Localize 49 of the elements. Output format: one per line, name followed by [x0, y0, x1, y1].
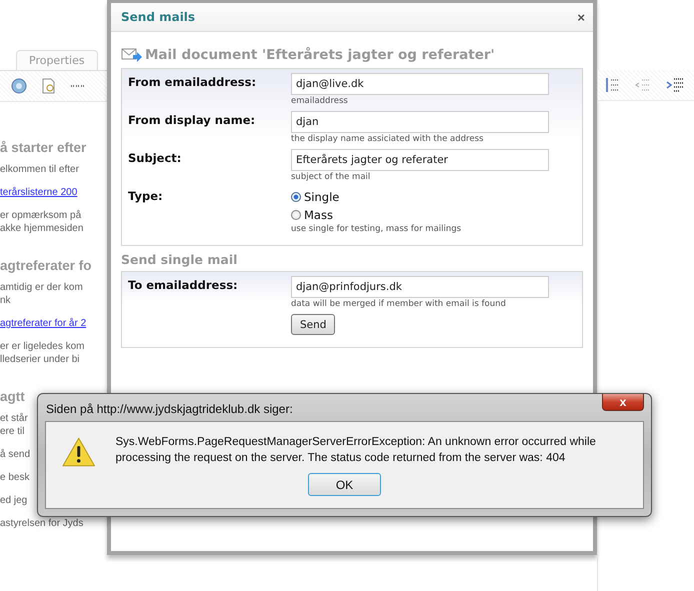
close-button[interactable]: ×	[577, 10, 585, 24]
send-button[interactable]: Send	[291, 314, 336, 335]
field-label: To emailaddress:	[128, 277, 239, 294]
field-label: Subject:	[128, 150, 182, 167]
page-link[interactable]: terårslisterne 200	[0, 186, 107, 199]
field-label: From emailaddress:	[128, 74, 258, 91]
list-indent-icon	[604, 76, 620, 94]
hint-text: subject of the mail	[291, 172, 372, 182]
input-field[interactable]: djan@live.dk	[291, 73, 549, 95]
dialog-title: Send mails	[121, 10, 196, 24]
page-heading: å starter efter	[0, 139, 88, 157]
page-text: lledserier under bi	[0, 353, 80, 366]
page-text: e besk	[0, 471, 30, 484]
page-text: akke hjemmesiden	[0, 222, 84, 235]
field-label: From display name:	[128, 112, 256, 129]
page-text: astyrelsen for Jyds	[0, 517, 84, 530]
page-heading: agtt	[0, 388, 26, 406]
input-field[interactable]: djan@prinfodjurs.dk	[291, 276, 549, 298]
hint-text: the display name assiciated with the address	[291, 134, 484, 144]
radio-label[interactable]: Mass	[304, 208, 333, 222]
warning-icon	[62, 436, 96, 468]
page-text: å send	[0, 448, 32, 461]
radio-button[interactable]	[291, 210, 301, 220]
radio-button[interactable]	[291, 192, 301, 202]
page-text: et står	[0, 412, 29, 425]
hint-text: use single for testing, mass for mailings	[291, 224, 462, 234]
hint-text: emailaddress	[291, 96, 349, 106]
input-field[interactable]: Efterårets jagter og referater	[291, 149, 549, 171]
hint-text: data will be merged if member with email is found	[291, 299, 507, 309]
indent-icon	[666, 76, 684, 94]
section-heading: Mail document 'Efterårets jagter og referater'	[145, 47, 495, 63]
mail-send-icon	[121, 46, 143, 64]
radio-label[interactable]: Single	[304, 190, 340, 204]
field-label: Type:	[128, 188, 164, 205]
section-heading: Send single mail	[121, 252, 238, 267]
page-text: amtidig er der kom	[0, 281, 84, 294]
page-text: er er ligeledes kom	[0, 340, 86, 353]
page-text: ere til	[0, 425, 26, 438]
close-button[interactable]: x	[602, 394, 644, 411]
input-field[interactable]: djan	[291, 111, 549, 133]
page-link[interactable]: agtreferater for år 2	[0, 317, 107, 330]
dialog-title: Siden på http://www.jydskjagtrideklub.dk siger:	[45, 401, 293, 416]
page-text: ed jeg	[0, 494, 28, 507]
page-text: elkommen til efter	[0, 163, 80, 176]
error-message: Sys.WebForms.PageRequestManagerServerErrorException: An unknown error occurred while processing the request on the server. The status code returned from the server was: 404	[115, 435, 597, 466]
ok-button[interactable]: OK	[308, 473, 381, 496]
page-heading: agtreferater fo	[0, 257, 93, 275]
page-text: nk	[0, 294, 12, 307]
page-text: er opmærksom på	[0, 209, 82, 222]
